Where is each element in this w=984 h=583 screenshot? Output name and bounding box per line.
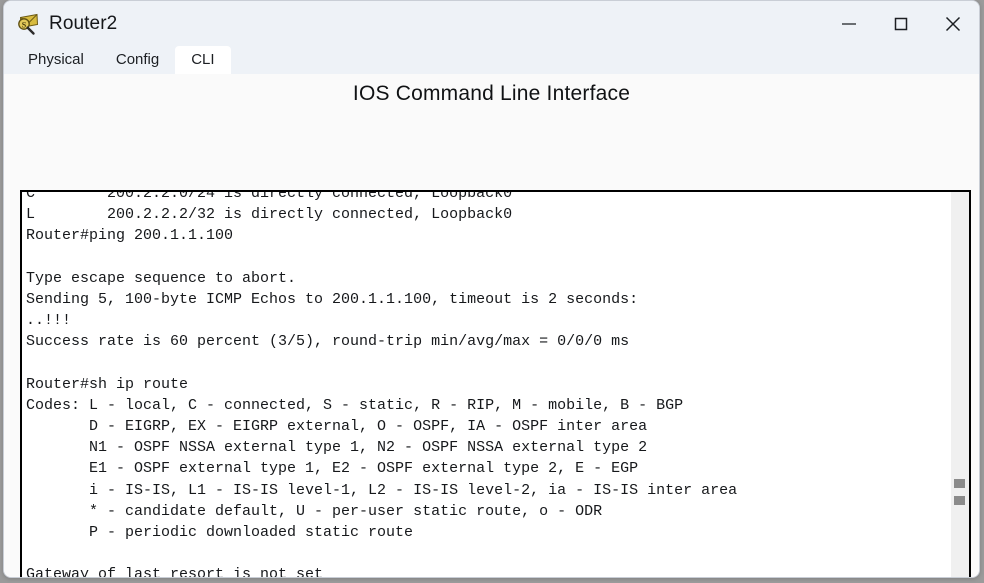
- terminal-line: P - periodic downloaded static route: [26, 524, 414, 541]
- page-title: IOS Command Line Interface: [352, 82, 631, 105]
- close-icon: [945, 16, 961, 31]
- close-button[interactable]: [927, 1, 979, 46]
- terminal-line: Type escape sequence to abort.: [26, 269, 297, 287]
- maximize-icon: [894, 17, 908, 30]
- packet-tracer-router-icon: S: [18, 13, 39, 35]
- window-controls: [823, 1, 979, 46]
- terminal-line: Router#sh ip route: [26, 375, 189, 393]
- terminal-line: Router#ping 200.1.1.100: [26, 227, 234, 245]
- tab-strip: Physical Config CLI: [4, 46, 979, 74]
- scrollbar-thumb-lower[interactable]: [954, 496, 965, 505]
- maximize-button[interactable]: [875, 1, 927, 46]
- terminal-line: E1 - OSPF external type 1, E2 - OSPF ext…: [26, 460, 639, 478]
- minimize-icon: [842, 22, 856, 25]
- terminal-line: ..!!!: [26, 312, 72, 330]
- cli-window: S Router2 Physical Config CLI IOS Comman…: [3, 0, 980, 578]
- terminal-line: C 200.2.2.0/24 is directly connected, Lo…: [26, 190, 513, 202]
- window-title: Router2: [49, 12, 118, 34]
- terminal-vertical-scrollbar[interactable]: [951, 192, 969, 577]
- terminal-line: Codes: L - local, C - connected, S - sta…: [26, 396, 684, 414]
- tab-physical[interactable]: Physical: [12, 46, 100, 74]
- tab-config[interactable]: Config: [100, 46, 175, 74]
- terminal-output-area[interactable]: C 200.2.2.0/24 is directly connected, Lo…: [20, 190, 971, 578]
- terminal-line: Success rate is 60 percent (3/5), round-…: [26, 333, 630, 351]
- tab-cli[interactable]: CLI: [175, 46, 231, 74]
- terminal-text: C 200.2.2.0/24 is directly connected, Lo…: [26, 190, 941, 578]
- minimize-button[interactable]: [823, 1, 875, 46]
- terminal-line: L 200.2.2.2/32 is directly connected, Lo…: [26, 206, 513, 224]
- scrollbar-thumb-upper[interactable]: [954, 479, 965, 488]
- terminal-line: i - IS-IS, L1 - IS-IS level-1, L2 - IS-I…: [26, 481, 738, 499]
- svg-text:S: S: [22, 20, 27, 29]
- terminal-line: N1 - OSPF NSSA external type 1, N2 - OSP…: [26, 439, 648, 457]
- terminal-line: * - candidate default, U - per-user stat…: [26, 502, 603, 520]
- terminal-line: Gateway of last resort is not set: [26, 566, 324, 578]
- terminal-line: D - EIGRP, EX - EIGRP external, O - OSPF…: [26, 418, 648, 436]
- cli-content-panel: IOS Command Line Interface C 200.2.2.0/2…: [4, 74, 979, 578]
- title-bar: S Router2: [4, 1, 979, 46]
- terminal-line: Sending 5, 100-byte ICMP Echos to 200.1.…: [26, 290, 639, 308]
